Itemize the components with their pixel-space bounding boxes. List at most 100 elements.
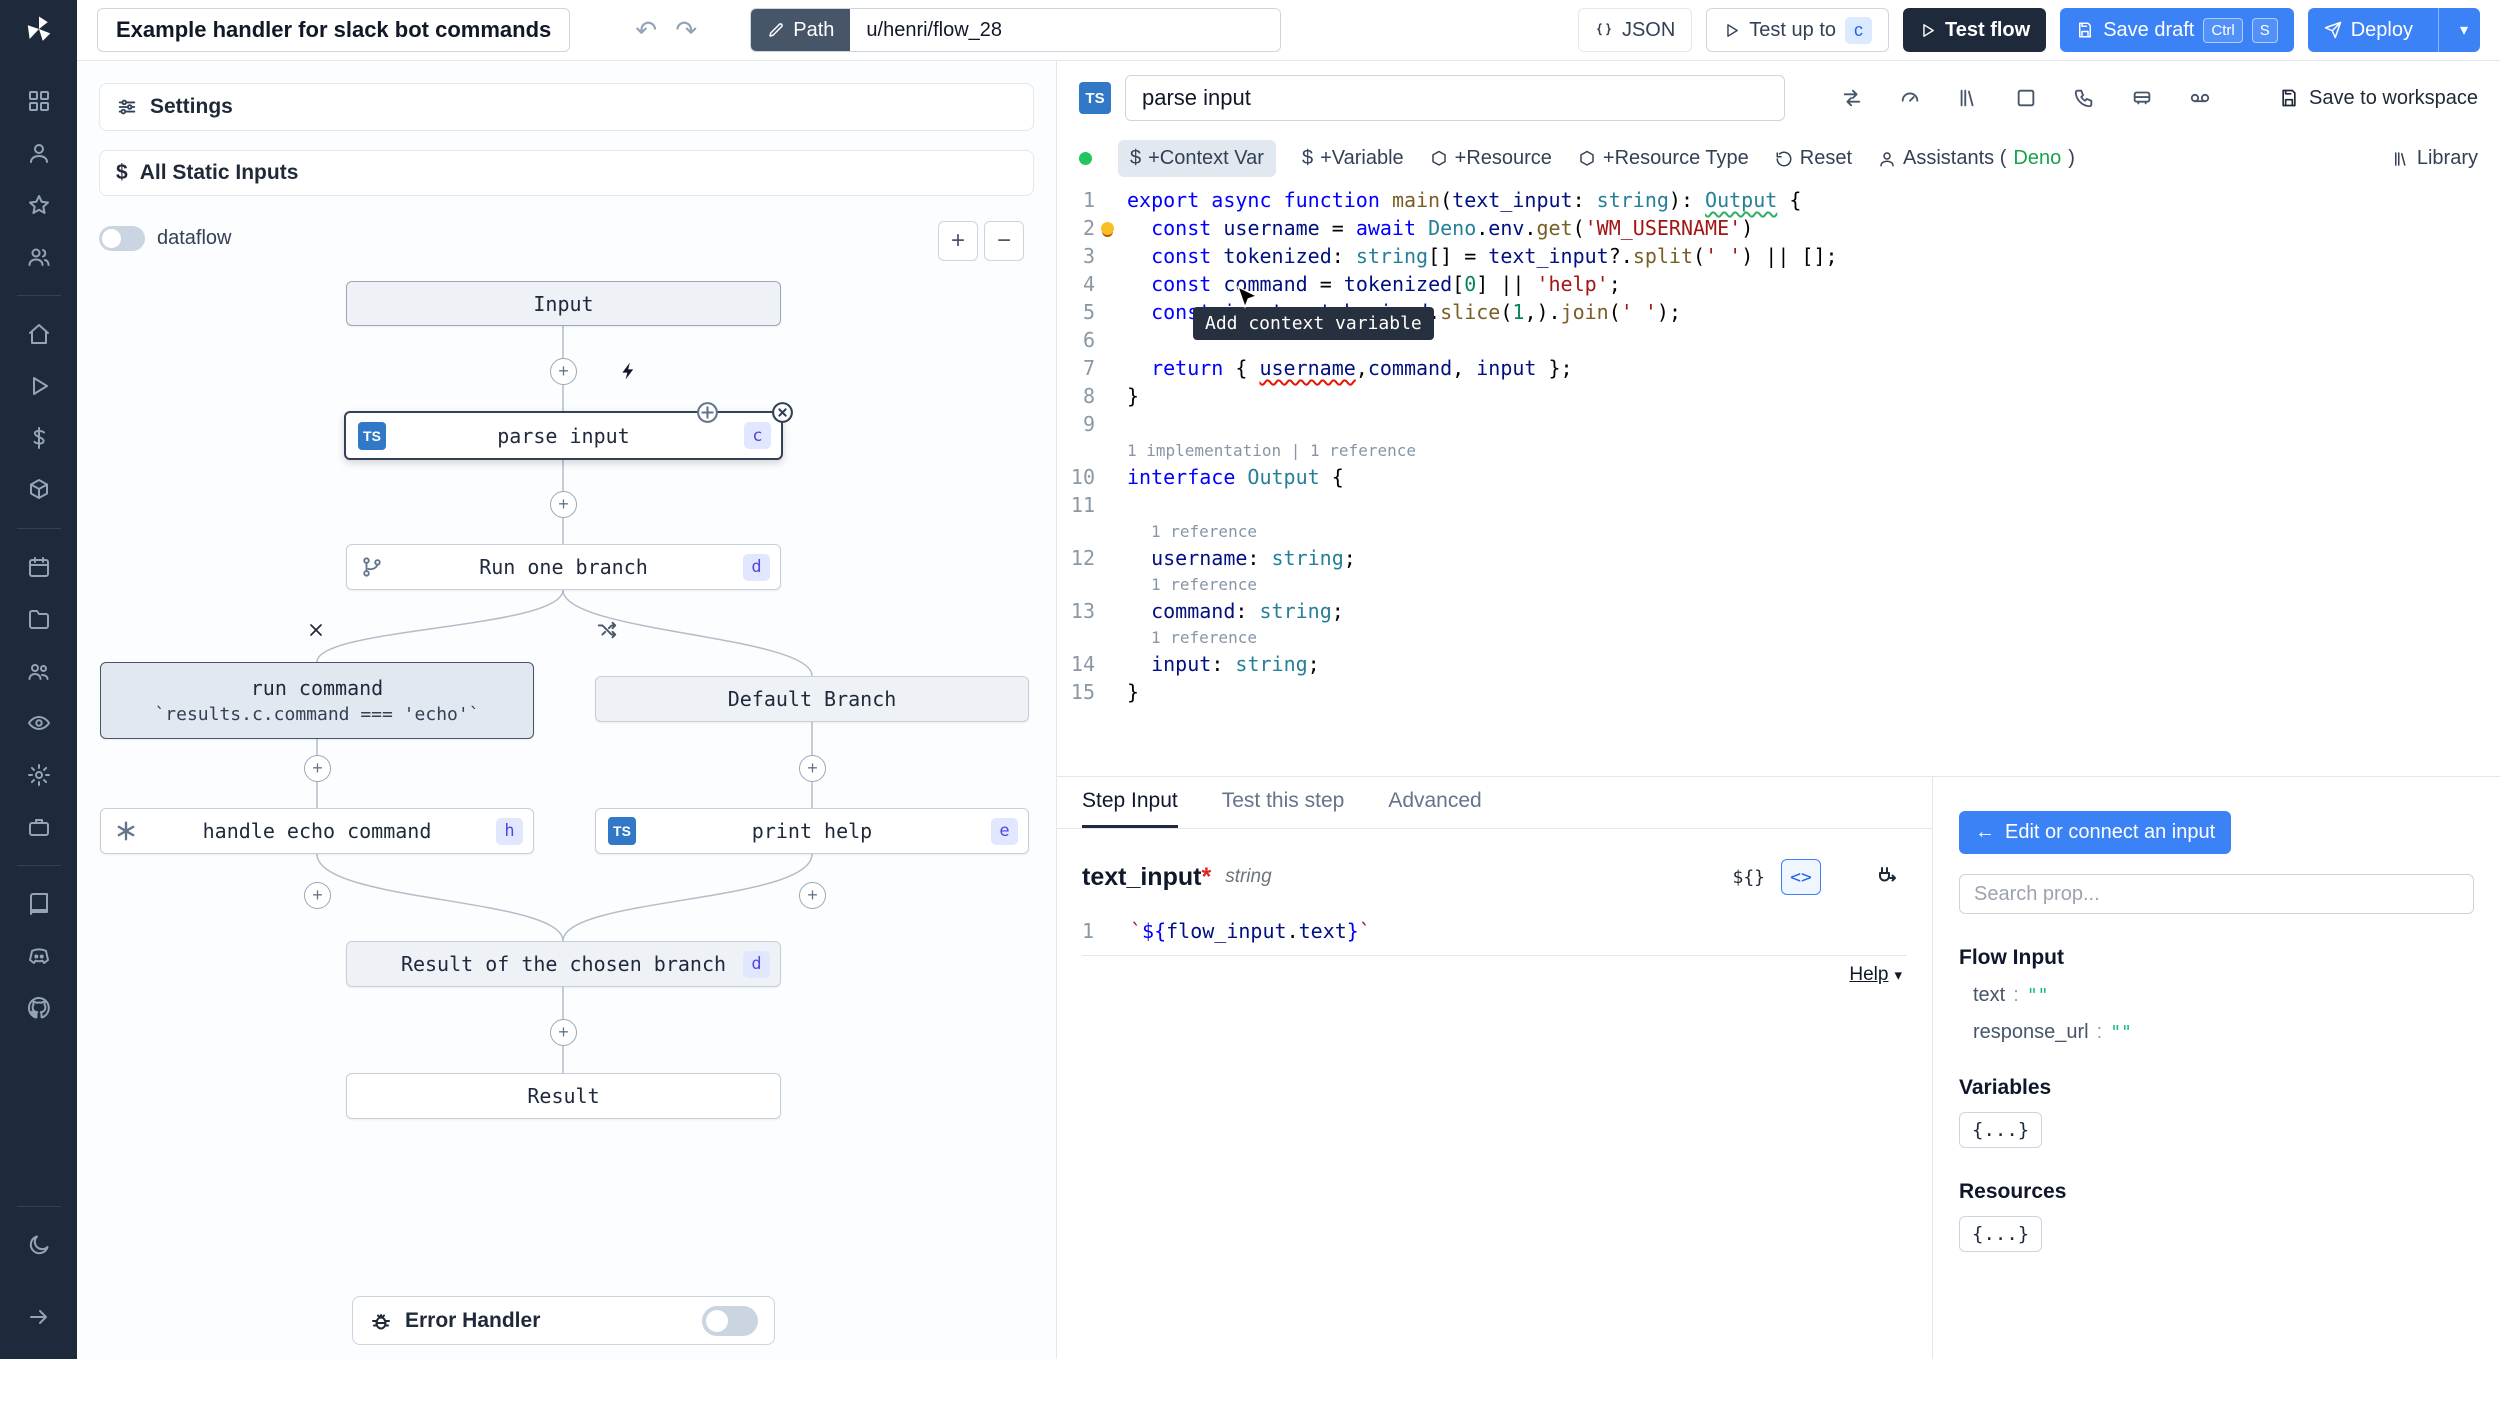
flow-title[interactable]: Example handler for slack bot commands (97, 8, 570, 52)
windmill-logo[interactable] (24, 14, 54, 49)
save-draft-button[interactable]: Save draft Ctrl S (2060, 8, 2294, 52)
trigger-bolt-icon[interactable] (616, 358, 642, 384)
schedules-icon[interactable] (19, 547, 59, 587)
reset-button[interactable]: Reset (1775, 147, 1852, 170)
settings-gear-icon[interactable] (19, 755, 59, 795)
path-chip[interactable]: Path u/henri/flow_28 (750, 8, 1281, 52)
diff-icon[interactable] (1835, 81, 1869, 115)
node-run-one-branch[interactable]: Run one branch d (346, 544, 781, 590)
docs-book-icon[interactable] (19, 884, 59, 924)
gauge-icon[interactable] (1893, 81, 1927, 115)
phone-icon[interactable] (2067, 81, 2101, 115)
resources-picker-button[interactable]: {...} (1959, 1216, 2042, 1252)
node-input[interactable]: Input (346, 281, 781, 326)
add-variable-button[interactable]: $+Variable (1302, 147, 1404, 170)
expand-sidebar-icon[interactable] (19, 1297, 59, 1337)
add-step-button[interactable]: + (550, 358, 577, 385)
node-print-help[interactable]: TS print help e (595, 808, 1029, 854)
home-icon[interactable] (19, 314, 59, 354)
add-step-button[interactable]: + (550, 491, 577, 518)
template-expr-button[interactable]: ${} (1726, 859, 1771, 895)
github-icon[interactable] (19, 988, 59, 1028)
runs-icon[interactable] (19, 366, 59, 406)
prop-item-text[interactable]: text:"" (1973, 984, 2474, 1007)
vehicle-icon[interactable] (2125, 81, 2159, 115)
swap-branches-icon[interactable] (594, 617, 620, 643)
node-result[interactable]: Result (346, 1073, 781, 1119)
tab-test-this-step[interactable]: Test this step (1222, 777, 1345, 828)
test-flow-button[interactable]: Test flow (1903, 8, 2046, 52)
add-step-button[interactable]: + (550, 1019, 577, 1046)
users-icon[interactable] (19, 237, 59, 277)
help-link[interactable]: Help (1849, 964, 1888, 986)
add-step-button[interactable]: + (304, 882, 331, 909)
node-parse-input[interactable]: TS parse input c (344, 411, 783, 460)
prop-item-response-url[interactable]: response_url:"" (1973, 1021, 2474, 1044)
add-resource-button[interactable]: +Resource (1430, 147, 1552, 170)
node-default-branch[interactable]: Default Branch (595, 676, 1029, 722)
library-icon[interactable] (1951, 81, 1985, 115)
code-editor[interactable]: 1export async function main(text_input: … (1057, 182, 2500, 706)
step-id-badge: d (743, 951, 770, 978)
variables-picker-button[interactable]: {...} (1959, 1112, 2042, 1148)
undo-button[interactable]: ↶ (626, 10, 666, 50)
settings-row[interactable]: Settings (99, 83, 1034, 131)
star-icon[interactable] (19, 185, 59, 225)
add-step-button[interactable]: + (799, 882, 826, 909)
discord-icon[interactable] (19, 936, 59, 976)
error-handler-toggle[interactable] (702, 1306, 758, 1336)
delete-step-icon[interactable] (769, 399, 796, 426)
zoom-in-button[interactable]: + (938, 221, 978, 261)
remove-branch-icon[interactable] (303, 617, 329, 643)
save-to-workspace-button[interactable]: Save to workspace (2279, 87, 2478, 110)
redo-button[interactable]: ↷ (666, 10, 706, 50)
json-icon (1595, 21, 1613, 39)
node-run-command-branch[interactable]: run command `results.c.command === 'echo… (100, 662, 534, 739)
json-button[interactable]: JSON (1578, 8, 1692, 52)
connect-plug-icon[interactable] (1867, 859, 1907, 895)
variables-icon[interactable] (19, 418, 59, 458)
add-step-button[interactable]: + (799, 755, 826, 782)
add-context-var-button[interactable]: $+Context Var (1118, 140, 1276, 177)
test-up-to-button[interactable]: Test up to c (1706, 8, 1889, 52)
search-prop-input[interactable] (1959, 874, 2474, 914)
library-button[interactable]: Library (2392, 147, 2478, 170)
voicemail-icon[interactable] (2183, 81, 2217, 115)
groups-icon[interactable] (19, 651, 59, 691)
workers-icon[interactable] (19, 807, 59, 847)
static-inputs-row[interactable]: $ All Static Inputs (99, 150, 1034, 196)
tab-advanced[interactable]: Advanced (1388, 777, 1481, 828)
branch-icon (361, 556, 383, 578)
window-icon[interactable] (2009, 81, 2043, 115)
node-handle-echo-command[interactable]: handle echo command h (100, 808, 534, 854)
add-resource-type-button[interactable]: +Resource Type (1578, 147, 1749, 170)
step-name-input[interactable] (1125, 75, 1785, 121)
zoom-out-button[interactable]: − (984, 221, 1024, 261)
error-handler-row[interactable]: Error Handler (352, 1296, 775, 1345)
assistants-button[interactable]: Assistants (Deno) (1878, 147, 2075, 170)
path-value[interactable]: u/henri/flow_28 (850, 9, 1280, 51)
topbar: Example handler for slack bot commands ↶… (77, 0, 2500, 61)
deploy-caret-icon[interactable]: ▾ (2448, 8, 2480, 52)
folders-icon[interactable] (19, 599, 59, 639)
user-icon[interactable] (19, 133, 59, 173)
flow-edges (77, 61, 1057, 1420)
deploy-button[interactable]: Deploy ▾ (2308, 8, 2480, 52)
chevron-down-icon[interactable]: ▾ (1894, 966, 1902, 984)
node-branch-result[interactable]: Result of the chosen branch d (346, 941, 781, 987)
editor-panel: TS Save to workspace $+Context Var $+Var… (1057, 61, 2500, 776)
dataflow-toggle[interactable] (99, 226, 145, 251)
resources-icon[interactable] (19, 470, 59, 510)
expr-editor[interactable]: 1 `${flow_input.text}` (1082, 915, 1907, 956)
tab-step-input[interactable]: Step Input (1082, 777, 1178, 828)
audit-eye-icon[interactable] (19, 703, 59, 743)
flow-input-heading: Flow Input (1959, 946, 2474, 970)
add-step-button[interactable]: + (304, 755, 331, 782)
library-icon (2392, 150, 2410, 168)
dollar-icon: $ (116, 161, 128, 185)
edit-or-connect-button[interactable]: ← Edit or connect an input (1959, 811, 2231, 854)
code-mode-button[interactable]: <> (1781, 859, 1821, 895)
theme-moon-icon[interactable] (19, 1225, 59, 1265)
dashboard-icon[interactable] (19, 81, 59, 121)
move-step-icon[interactable] (694, 399, 721, 426)
